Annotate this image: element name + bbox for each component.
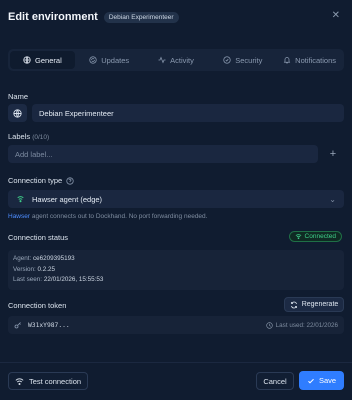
refresh-icon — [89, 56, 97, 64]
globe-icon — [13, 108, 22, 118]
regenerate-button[interactable]: Regenerate — [284, 297, 344, 312]
dialog-title: Edit environment — [8, 11, 98, 23]
tab-updates[interactable]: Updates — [77, 51, 142, 69]
tab-security[interactable]: Security — [210, 51, 275, 69]
cancel-button[interactable]: Cancel — [256, 372, 294, 390]
wifi-icon — [15, 377, 24, 385]
check-icon — [308, 378, 314, 383]
refresh-icon — [290, 301, 297, 308]
tab-notifications[interactable]: Notifications — [277, 51, 342, 69]
cancel-label: Cancel — [263, 376, 287, 386]
tab-activity-label: Activity — [170, 55, 194, 65]
agent-key: Agent: — [13, 255, 33, 262]
tab-notifications-label: Notifications — [295, 55, 337, 65]
tab-activity[interactable]: Activity — [144, 51, 209, 69]
labels-label: Labels (0/10) — [8, 132, 49, 141]
last-seen-key: Last seen: — [13, 276, 44, 283]
save-button[interactable]: Save — [299, 371, 344, 390]
key-icon — [14, 322, 21, 329]
clock-icon — [265, 321, 273, 329]
tab-security-label: Security — [235, 55, 263, 65]
dialog-header: Edit environment Debian Experimenteer ✕ — [8, 10, 344, 24]
footer-divider — [0, 362, 352, 363]
tab-general-label: General — [35, 55, 62, 65]
connection-type-select[interactable]: Hawser agent (edge) ⌄ — [8, 190, 344, 208]
edit-environment-dialog: Edit environment Debian Experimenteer ✕ … — [0, 0, 352, 400]
environment-icon-picker[interactable] — [8, 104, 27, 122]
connection-type-label-text: Connection type — [8, 176, 63, 185]
connection-type-label: Connection type — [8, 176, 74, 185]
close-icon[interactable]: ✕ — [332, 10, 340, 22]
token-last-used-text: Last used: 22/01/2026 — [275, 321, 338, 329]
version-line: Version: 0.2.25 — [13, 265, 339, 276]
shield-icon — [223, 56, 231, 64]
tab-general[interactable]: General — [10, 51, 75, 69]
last-seen-value: 22/01/2026, 15:55:53 — [43, 276, 104, 283]
version-value: 0.2.25 — [37, 265, 56, 273]
plus-icon: + — [329, 148, 337, 160]
token-last-used: Last used: 22/01/2026 — [265, 321, 338, 329]
save-label: Save — [318, 376, 337, 385]
help-icon[interactable] — [66, 176, 74, 185]
add-label-button[interactable]: + — [322, 145, 344, 163]
token-row: W31xY987... Last used: 22/01/2026 — [8, 316, 344, 334]
labels-count: (0/10) — [32, 134, 50, 141]
hawser-link[interactable]: Hawser — [8, 213, 30, 220]
tab-updates-label: Updates — [101, 55, 130, 65]
status-badge: Connected — [288, 231, 342, 242]
agent-info-box: Agent: ce6209395193 Version: 0.2.25 Last… — [8, 250, 344, 290]
environment-badge: Debian Experimenteer — [103, 11, 179, 23]
tab-bar: General Updates Activity Security Notifi… — [8, 49, 344, 71]
connection-hint: Hawser agent connects out to Dockhand. N… — [8, 213, 207, 220]
agent-value: ce6209395193 — [32, 255, 75, 262]
token-value: W31xY987... — [28, 321, 70, 329]
connection-status-label: Connection status — [8, 233, 69, 242]
labels-label-text: Labels — [8, 132, 31, 141]
name-input[interactable] — [32, 104, 344, 122]
name-label: Name — [8, 92, 29, 101]
regenerate-label: Regenerate — [301, 301, 339, 308]
labels-input[interactable] — [8, 145, 318, 163]
connection-token-label: Connection token — [8, 301, 67, 310]
bell-icon — [283, 57, 291, 64]
test-connection-label: Test connection — [28, 376, 82, 386]
agent-line: Agent: ce6209395193 — [13, 254, 339, 265]
chevron-down-icon: ⌄ — [329, 194, 336, 204]
last-seen-line: Last seen: 22/01/2026, 15:55:53 — [13, 275, 339, 286]
connected-icon — [295, 234, 301, 240]
connection-type-value: Hawser agent (edge) — [32, 194, 103, 204]
hint-text: agent connects out to Dockhand. No port … — [30, 213, 208, 220]
antenna-icon — [17, 195, 24, 202]
status-text: Connected — [304, 233, 336, 240]
globe-icon — [23, 56, 31, 64]
activity-icon — [158, 56, 166, 64]
version-key: Version: — [13, 265, 38, 273]
test-connection-button[interactable]: Test connection — [8, 372, 88, 390]
